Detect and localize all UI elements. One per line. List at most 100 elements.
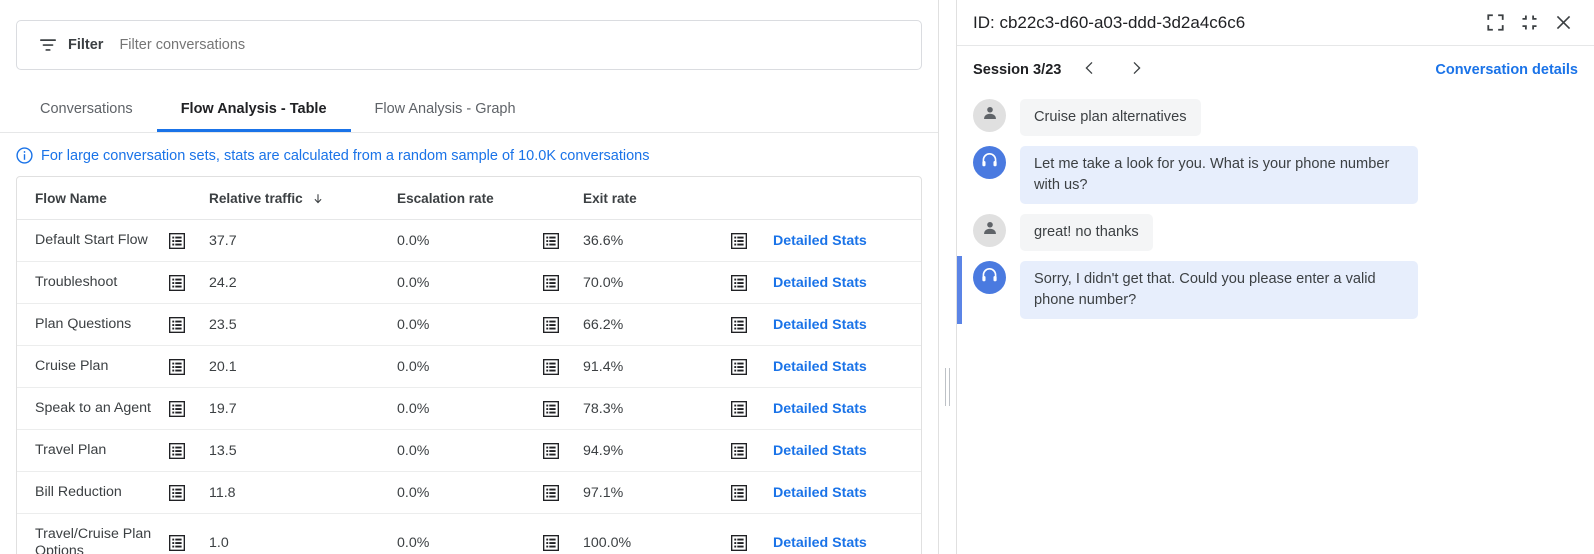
table-row[interactable]: Bill Reduction11.80.0%97.1%Detailed Stat… bbox=[17, 472, 921, 514]
cell-escalation-icon[interactable] bbox=[543, 472, 583, 514]
list-view-icon[interactable] bbox=[731, 443, 747, 459]
flow-name-text: Bill Reduction bbox=[35, 484, 169, 501]
list-view-icon[interactable] bbox=[543, 535, 559, 551]
fullscreen-button[interactable] bbox=[1478, 6, 1512, 40]
list-view-icon[interactable] bbox=[169, 317, 185, 333]
cell-traffic-icon[interactable] bbox=[169, 514, 209, 554]
col-flow-name[interactable]: Flow Name bbox=[17, 177, 169, 220]
cell-traffic-icon[interactable] bbox=[169, 430, 209, 472]
bot-avatar bbox=[973, 146, 1006, 179]
col-relative-traffic[interactable]: Relative traffic bbox=[209, 177, 397, 220]
panel-resize-handle[interactable] bbox=[944, 368, 951, 406]
tab-flow-analysis-graph[interactable]: Flow Analysis - Graph bbox=[351, 93, 540, 132]
list-view-icon[interactable] bbox=[169, 485, 185, 501]
table-row[interactable]: Travel Plan13.50.0%94.9%Detailed Stats bbox=[17, 430, 921, 472]
cell-traffic-icon[interactable] bbox=[169, 346, 209, 388]
list-view-icon[interactable] bbox=[543, 275, 559, 291]
table-row[interactable]: Speak to an Agent19.70.0%78.3%Detailed S… bbox=[17, 388, 921, 430]
list-view-icon[interactable] bbox=[731, 535, 747, 551]
cell-exit-icon[interactable] bbox=[731, 220, 773, 262]
detailed-stats-link[interactable]: Detailed Stats bbox=[773, 401, 867, 417]
info-banner-text: For large conversation sets, stats are c… bbox=[41, 148, 650, 164]
list-view-icon[interactable] bbox=[169, 233, 185, 249]
cell-relative-traffic: 1.0 bbox=[209, 514, 397, 554]
list-view-icon[interactable] bbox=[731, 275, 747, 291]
col-escalation-rate[interactable]: Escalation rate bbox=[397, 177, 543, 220]
list-view-icon[interactable] bbox=[543, 485, 559, 501]
list-view-icon[interactable] bbox=[169, 443, 185, 459]
detailed-stats-link[interactable]: Detailed Stats bbox=[773, 233, 867, 249]
cell-traffic-icon[interactable] bbox=[169, 220, 209, 262]
cell-escalation-icon[interactable] bbox=[543, 262, 583, 304]
conversation-details-link[interactable]: Conversation details bbox=[1435, 62, 1578, 78]
conversation-detail-panel: ID: cb22c3-d60-a03-ddd-3d2a4c6c6 bbox=[956, 0, 1594, 554]
cell-traffic-icon[interactable] bbox=[169, 472, 209, 514]
list-view-icon[interactable] bbox=[543, 317, 559, 333]
cell-traffic-icon[interactable] bbox=[169, 388, 209, 430]
cell-escalation-icon[interactable] bbox=[543, 220, 583, 262]
table-row[interactable]: Travel/Cruise Plan Options1.00.0%100.0%D… bbox=[17, 514, 921, 554]
filter-input[interactable]: Filter conversations bbox=[119, 37, 245, 53]
list-view-icon[interactable] bbox=[731, 359, 747, 375]
col-exit-rate[interactable]: Exit rate bbox=[583, 177, 731, 220]
list-view-icon[interactable] bbox=[169, 359, 185, 375]
cell-traffic-icon[interactable] bbox=[169, 262, 209, 304]
list-view-icon[interactable] bbox=[731, 401, 747, 417]
next-session-button[interactable] bbox=[1119, 53, 1153, 87]
headset-icon bbox=[980, 151, 999, 175]
table-row[interactable]: Troubleshoot24.20.0%70.0%Detailed Stats bbox=[17, 262, 921, 304]
cell-exit-icon[interactable] bbox=[731, 304, 773, 346]
cell-escalation-icon[interactable] bbox=[543, 388, 583, 430]
cell-escalation-rate: 0.0% bbox=[397, 514, 543, 554]
detail-panel-header: ID: cb22c3-d60-a03-ddd-3d2a4c6c6 bbox=[957, 0, 1594, 46]
list-view-icon[interactable] bbox=[543, 233, 559, 249]
cell-traffic-icon[interactable] bbox=[169, 304, 209, 346]
list-view-icon[interactable] bbox=[731, 317, 747, 333]
detailed-stats-link[interactable]: Detailed Stats bbox=[773, 535, 867, 551]
list-view-icon[interactable] bbox=[543, 359, 559, 375]
table-row[interactable]: Cruise Plan20.10.0%91.4%Detailed Stats bbox=[17, 346, 921, 388]
cell-flow-name: Default Start Flow bbox=[17, 220, 169, 262]
detailed-stats-link[interactable]: Detailed Stats bbox=[773, 317, 867, 333]
bot-avatar bbox=[973, 261, 1006, 294]
detailed-stats-link[interactable]: Detailed Stats bbox=[773, 443, 867, 459]
collapse-button[interactable] bbox=[1512, 6, 1546, 40]
cell-exit-icon[interactable] bbox=[731, 514, 773, 554]
cell-escalation-icon[interactable] bbox=[543, 430, 583, 472]
table-row[interactable]: Default Start Flow37.70.0%36.6%Detailed … bbox=[17, 220, 921, 262]
tab-flow-analysis-table[interactable]: Flow Analysis - Table bbox=[157, 93, 351, 132]
chat-message-user[interactable]: great! no thanks bbox=[957, 209, 1594, 256]
chat-transcript: Cruise plan alternatives Let me take a lo… bbox=[957, 94, 1594, 324]
cell-exit-icon[interactable] bbox=[731, 430, 773, 472]
filter-bar[interactable]: Filter Filter conversations bbox=[16, 20, 922, 70]
list-view-icon[interactable] bbox=[731, 485, 747, 501]
cell-escalation-icon[interactable] bbox=[543, 346, 583, 388]
list-view-icon[interactable] bbox=[731, 233, 747, 249]
cell-exit-icon[interactable] bbox=[731, 472, 773, 514]
table-row[interactable]: Plan Questions23.50.0%66.2%Detailed Stat… bbox=[17, 304, 921, 346]
list-view-icon[interactable] bbox=[543, 401, 559, 417]
list-view-icon[interactable] bbox=[543, 443, 559, 459]
flow-table: Flow Name Relative traffic Escalation ra… bbox=[17, 177, 921, 554]
detailed-stats-link[interactable]: Detailed Stats bbox=[773, 275, 867, 291]
tab-conversations[interactable]: Conversations bbox=[16, 93, 157, 132]
cell-escalation-icon[interactable] bbox=[543, 514, 583, 554]
detailed-stats-link[interactable]: Detailed Stats bbox=[773, 485, 867, 501]
list-view-icon[interactable] bbox=[169, 535, 185, 551]
list-view-icon[interactable] bbox=[169, 401, 185, 417]
cell-actions: Detailed Stats bbox=[773, 346, 921, 388]
cell-exit-icon[interactable] bbox=[731, 262, 773, 304]
cell-escalation-icon[interactable] bbox=[543, 304, 583, 346]
col-spacer-2 bbox=[543, 177, 583, 220]
previous-session-button[interactable] bbox=[1073, 53, 1107, 87]
list-view-icon[interactable] bbox=[169, 275, 185, 291]
chat-message-user[interactable]: Cruise plan alternatives bbox=[957, 94, 1594, 141]
detailed-stats-link[interactable]: Detailed Stats bbox=[773, 359, 867, 375]
chat-message-bot[interactable]: Let me take a look for you. What is your… bbox=[957, 141, 1594, 209]
message-bubble: Let me take a look for you. What is your… bbox=[1020, 146, 1418, 204]
close-button[interactable] bbox=[1546, 6, 1580, 40]
sort-descending-icon bbox=[312, 193, 324, 205]
cell-exit-icon[interactable] bbox=[731, 346, 773, 388]
cell-exit-icon[interactable] bbox=[731, 388, 773, 430]
chat-message-bot[interactable]: Sorry, I didn't get that. Could you plea… bbox=[957, 256, 1594, 324]
